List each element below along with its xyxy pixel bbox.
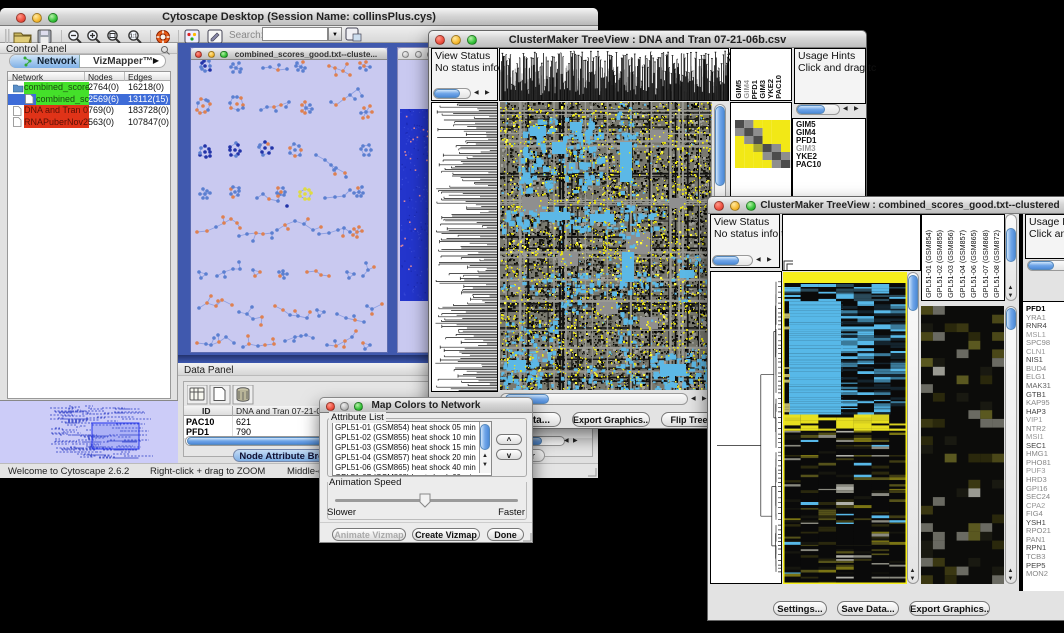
- svg-text:1:1: 1:1: [130, 34, 137, 40]
